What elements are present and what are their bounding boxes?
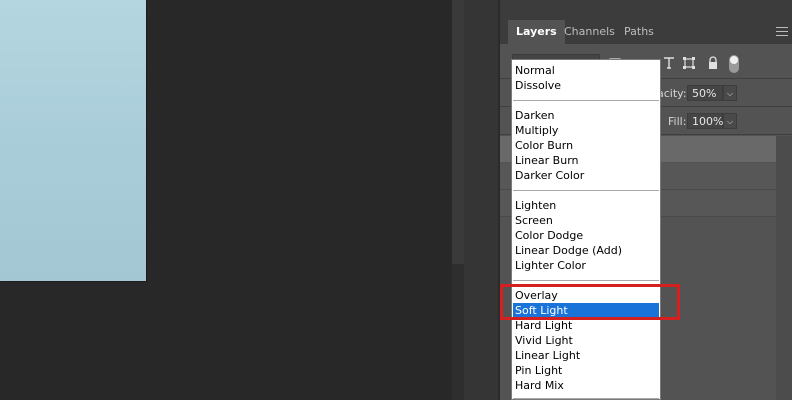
blend-option-color-burn[interactable]: Color Burn <box>513 138 659 153</box>
menu-separator <box>513 280 659 281</box>
blend-option-dissolve[interactable]: Dissolve <box>513 78 659 93</box>
blend-option-screen[interactable]: Screen <box>513 213 659 228</box>
blend-option-darken[interactable]: Darken <box>513 108 659 123</box>
menu-separator <box>513 190 659 191</box>
chevron-down-icon[interactable]: ⌵ <box>723 113 737 129</box>
lock-icon[interactable] <box>706 56 720 70</box>
blend-option-lighter-color[interactable]: Lighter Color <box>513 258 659 273</box>
blend-option-linear-burn[interactable]: Linear Burn <box>513 153 659 168</box>
blend-option-color-dodge[interactable]: Color Dodge <box>513 228 659 243</box>
canvas-scrollbar-track[interactable] <box>452 264 464 400</box>
fill-field[interactable]: 100% <box>687 113 723 129</box>
type-icon[interactable] <box>662 56 676 70</box>
blend-option-multiply[interactable]: Multiply <box>513 123 659 138</box>
crop-icon[interactable] <box>682 56 696 70</box>
panel-topbar <box>500 0 792 20</box>
panel-gutter <box>464 0 498 400</box>
blend-option-linear-light[interactable]: Linear Light <box>513 348 659 363</box>
panel-tabs: Layers Channels Paths <box>500 20 792 44</box>
blend-option-normal[interactable]: Normal <box>513 63 659 78</box>
fill-label: Fill: <box>668 115 687 128</box>
document-canvas[interactable] <box>0 0 146 281</box>
menu-separator <box>513 398 659 399</box>
canvas-scrollbar-thumb[interactable] <box>452 0 464 264</box>
opacity-field[interactable]: 50% <box>687 85 723 101</box>
blend-option-pin-light[interactable]: Pin Light <box>513 363 659 378</box>
canvas-area[interactable] <box>0 0 452 400</box>
blend-option-linear-dodge[interactable]: Linear Dodge (Add) <box>513 243 659 258</box>
tab-paths[interactable]: Paths <box>616 20 662 44</box>
blend-option-vivid-light[interactable]: Vivid Light <box>513 333 659 348</box>
chevron-down-icon[interactable]: ⌵ <box>723 85 737 101</box>
filter-toggle-icon[interactable] <box>729 55 739 73</box>
blend-option-lighten[interactable]: Lighten <box>513 198 659 213</box>
blend-mode-dropdown[interactable]: Normal Dissolve Darken Multiply Color Bu… <box>511 59 661 400</box>
annotation-highlight-box <box>500 284 680 320</box>
blend-option-darker-color[interactable]: Darker Color <box>513 168 659 183</box>
tab-channels[interactable]: Channels <box>556 20 623 44</box>
layers-scrollbar[interactable] <box>776 136 792 400</box>
blend-option-hard-light[interactable]: Hard Light <box>513 318 659 333</box>
blend-option-hard-mix[interactable]: Hard Mix <box>513 378 659 393</box>
menu-separator <box>513 100 659 101</box>
hamburger-icon[interactable] <box>776 27 788 37</box>
